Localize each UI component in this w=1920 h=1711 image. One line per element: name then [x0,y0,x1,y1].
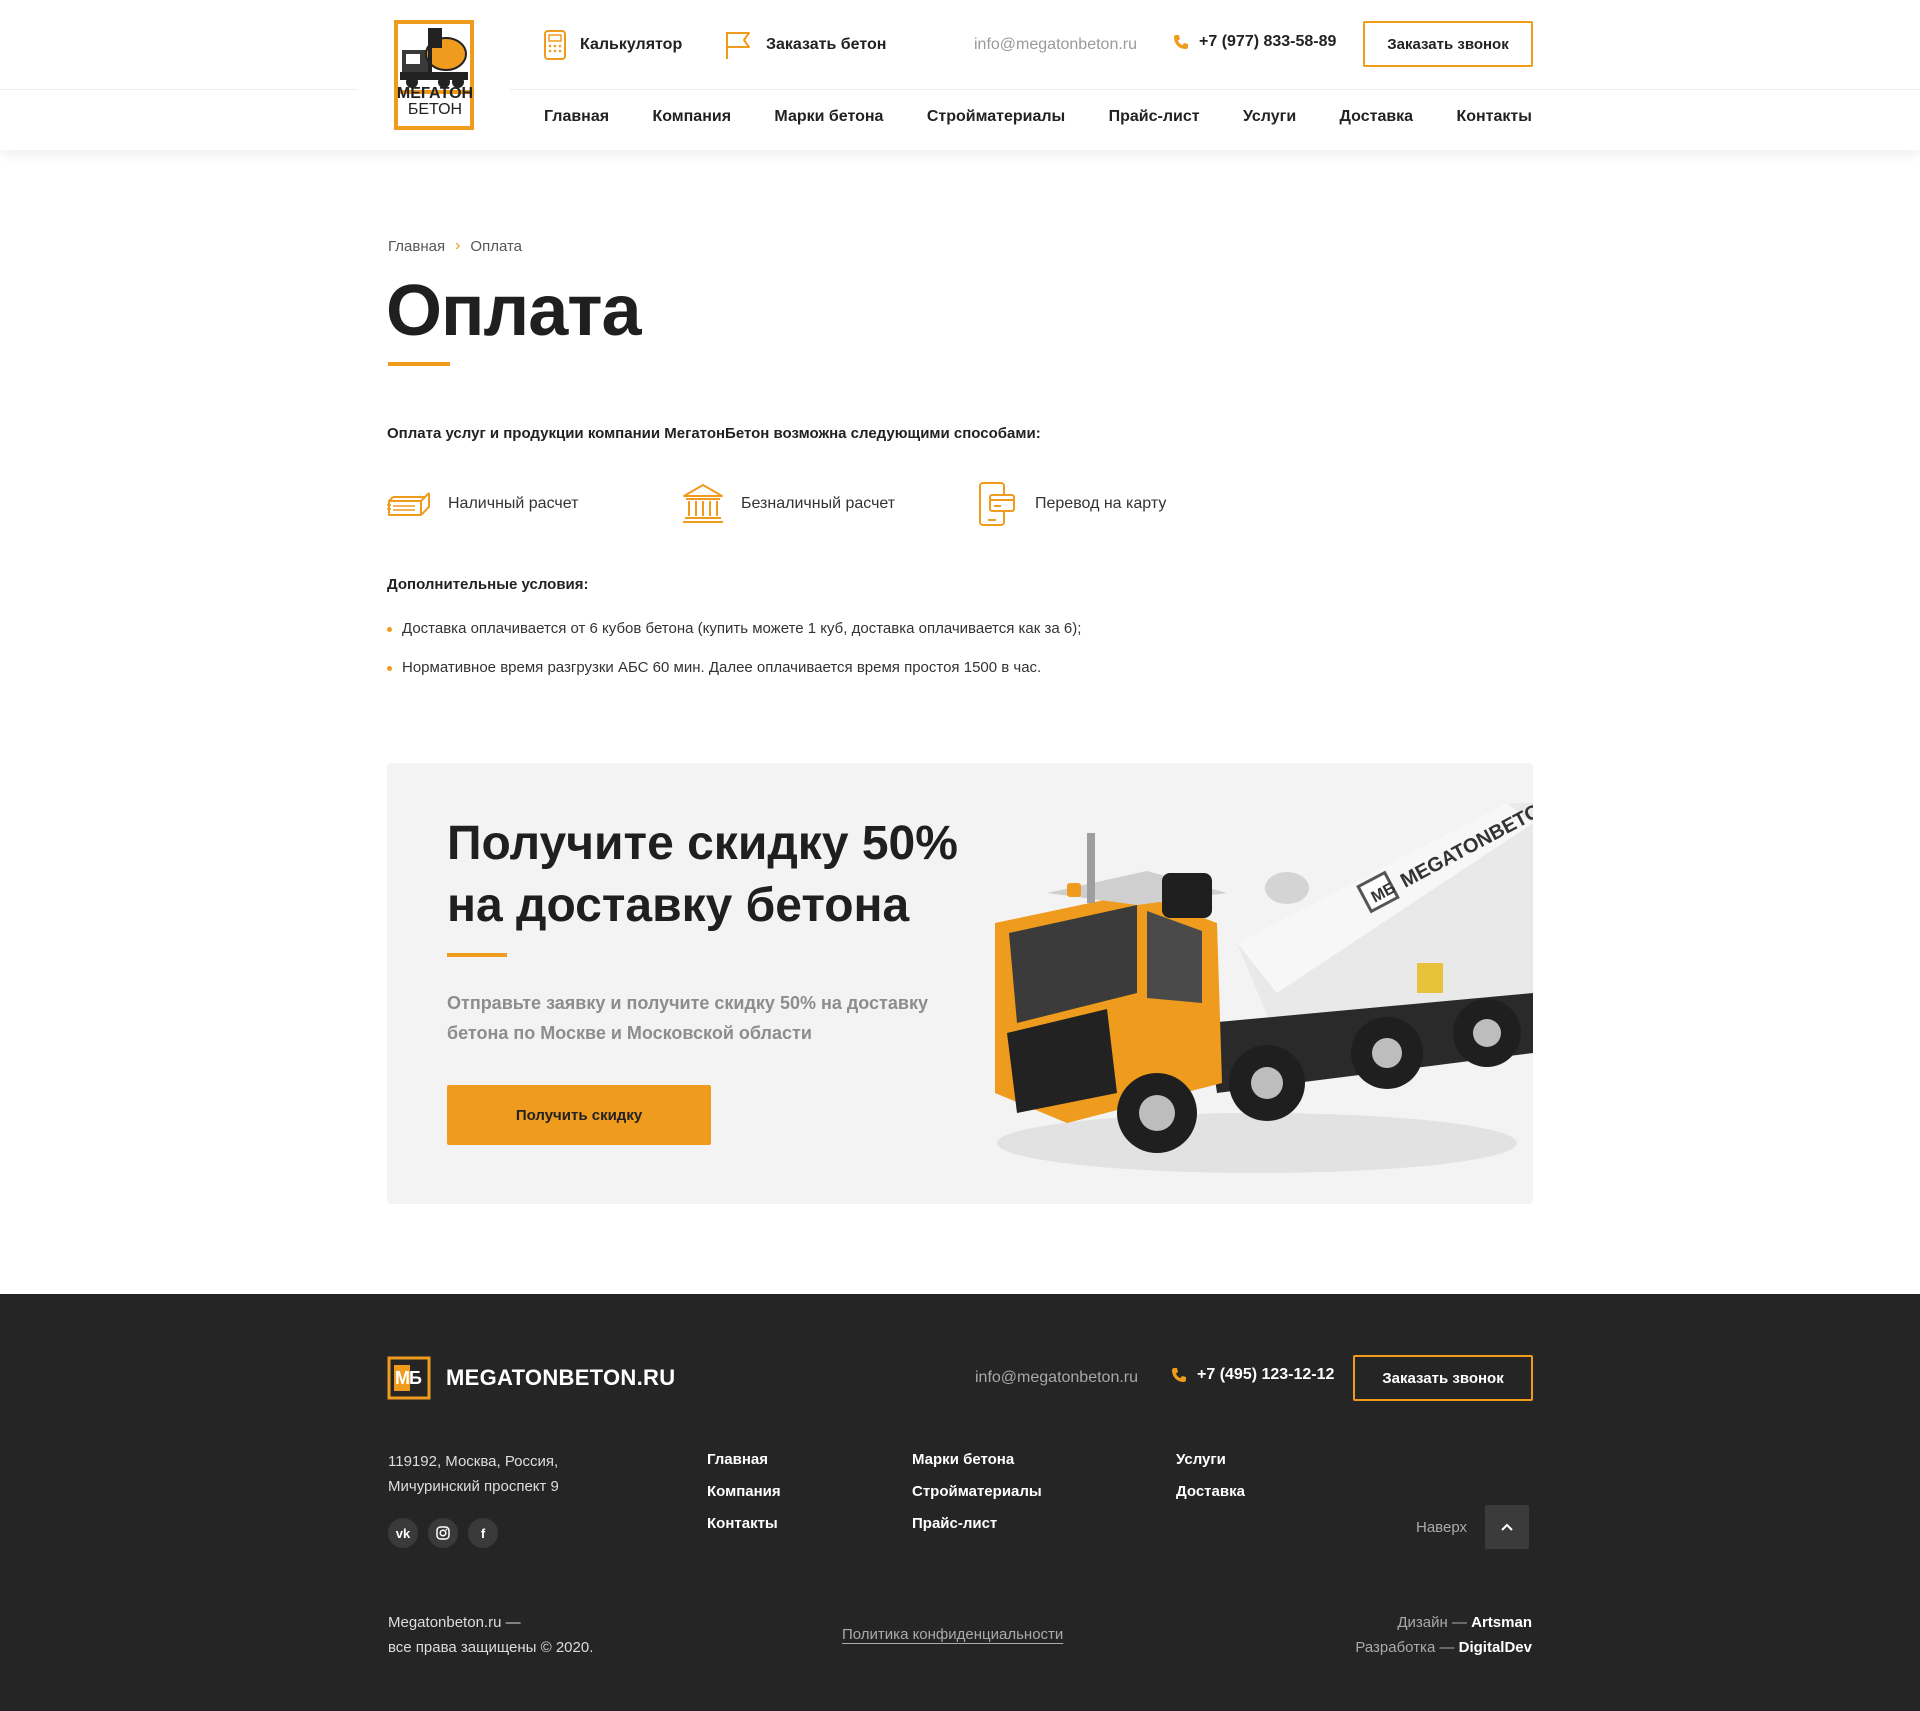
nav-item-company[interactable]: Компания [652,108,731,126]
phone-icon [1172,1368,1186,1382]
dev-name[interactable]: DigitalDev [1459,1639,1532,1656]
footer-link-delivery[interactable]: Доставка [1176,1483,1245,1501]
flag-icon [726,32,750,59]
vk-icon[interactable]: vk [388,1518,418,1548]
footer-nav-col2: Марки бетона Стройматериалы Прайс-лист [912,1451,1042,1533]
footer-link-home[interactable]: Главная [707,1451,781,1469]
facebook-icon[interactable]: f [468,1518,498,1548]
header-divider [0,89,1920,90]
footer-address: 119192, Москва, Россия, Мичуринский прос… [388,1449,559,1499]
copyright-line2: все права защищены © 2020. [388,1639,594,1656]
chevron-right-icon: › [455,237,461,254]
nav-item-price-list[interactable]: Прайс-лист [1109,108,1200,126]
order-concrete-label: Заказать бетон [766,36,887,53]
header-callback-button[interactable]: Заказать звонок [1363,21,1533,67]
footer-phone-number: +7 (495) 123-12-12 [1197,1366,1335,1383]
footer-link-price-list[interactable]: Прайс-лист [912,1515,1042,1533]
dev-label: Разработка — [1355,1639,1455,1656]
payment-method-card: Перевод на карту [973,480,1166,528]
footer-link-services[interactable]: Услуги [1176,1451,1245,1469]
logo-line2: БЕТОН [407,101,463,118]
footer-callback-button[interactable]: Заказать звонок [1353,1355,1533,1401]
main-nav: Главная Компания Марки бетона Стройматер… [544,108,1532,126]
logo-line1: МЕГАТОН [396,85,474,102]
promo-accent-line [447,953,507,957]
list-item: Доставка оплачивается от 6 кубов бетона … [387,618,1081,657]
extra-conditions-title: Дополнительные условия: [387,576,589,593]
concrete-mixer-truck-image: МБ MEGATONBETON.RU [995,793,1533,1173]
calculator-icon [544,30,566,60]
nav-item-services[interactable]: Услуги [1243,108,1296,126]
footer-logo-badge: МБ [395,1368,422,1388]
instagram-icon[interactable] [428,1518,458,1548]
footer-nav-col3: Услуги Доставка [1176,1451,1245,1501]
footer-logo[interactable]: МБ MEGATONBETON.RU [387,1356,675,1400]
back-to-top-button[interactable] [1485,1505,1529,1549]
copyright-line1: Megatonbeton.ru — [388,1614,521,1631]
breadcrumb-home[interactable]: Главная [388,238,445,255]
payment-method-bank: Безналичный расчет [679,480,973,528]
page-title: Оплата [386,271,642,351]
promo-title: Получите скидку 50% на доставку бетона [447,813,1007,937]
payment-method-label: Наличный расчет [448,495,579,512]
privacy-policy-link[interactable]: Политика конфиденциальности [842,1626,1063,1643]
nav-item-delivery[interactable]: Доставка [1340,108,1414,126]
design-label: Дизайн — [1397,1614,1467,1631]
nav-item-materials[interactable]: Стройматериалы [927,108,1065,126]
header-phone-number: +7 (977) 833-58-89 [1199,33,1337,50]
discount-promo: Получите скидку 50% на доставку бетона О… [387,763,1533,1204]
conditions-list: Доставка оплачивается от 6 кубов бетона … [387,618,1081,696]
phone-icon [1174,35,1188,49]
design-name[interactable]: Artsman [1471,1614,1532,1631]
footer-nav-col1: Главная Компания Контакты [707,1451,781,1533]
header-email[interactable]: info@megatonbeton.ru [974,36,1137,54]
promo-text: Отправьте заявку и получите скидку 50% н… [447,993,928,1043]
footer-email[interactable]: info@megatonbeton.ru [975,1369,1138,1387]
header-phone[interactable]: +7 (977) 833-58-89 [1173,33,1336,51]
nav-item-concrete-grades[interactable]: Марки бетона [774,108,883,126]
bank-icon [679,480,727,528]
nav-item-home[interactable]: Главная [544,108,609,126]
footer-phone[interactable]: +7 (495) 123-12-12 [1171,1366,1334,1384]
payment-method-cash: Наличный расчет [386,480,679,528]
payment-method-label: Перевод на карту [1035,495,1167,512]
address-line1: 119192, Москва, Россия, [388,1453,559,1470]
cash-icon [386,480,434,528]
footer-brand: MEGATONBETON.RU [446,1365,676,1390]
list-item: Нормативное время разгрузки АБС 60 мин. … [387,657,1081,696]
nav-item-contacts[interactable]: Контакты [1456,108,1531,126]
calculator-link[interactable]: Калькулятор [544,28,682,62]
site-footer: МБ MEGATONBETON.RU info@megatonbeton.ru … [0,1294,1920,1711]
payment-methods: Наличный расчет Безналичный расчет Перев… [386,480,1166,528]
credits: Дизайн — Artsman Разработка — DigitalDev [1355,1610,1532,1660]
calculator-label: Калькулятор [580,36,683,53]
breadcrumb: Главная › Оплата [388,237,522,255]
footer-link-concrete-grades[interactable]: Марки бетона [912,1451,1042,1469]
address-line2: Мичуринский проспект 9 [388,1478,559,1495]
payment-method-label: Безналичный расчет [741,495,896,512]
social-links: vk f [388,1518,498,1548]
back-to-top-label: Наверх [1416,1518,1467,1536]
site-logo[interactable]: МЕГАТОН БЕТОН [357,0,510,150]
breadcrumb-current: Оплата [470,237,523,255]
copyright: Megatonbeton.ru — все права защищены © 2… [388,1610,593,1660]
chevron-up-icon [1501,1523,1513,1531]
back-to-top[interactable]: Наверх [1416,1505,1529,1549]
get-discount-button[interactable]: Получить скидку [447,1085,711,1145]
site-header: МЕГАТОН БЕТОН Калькулятор Заказать бетон… [0,0,1920,150]
payment-intro: Оплата услуг и продукции компании Мегато… [387,425,1041,442]
promo-title-line2: на доставку бетона [447,879,910,932]
footer-link-contacts[interactable]: Контакты [707,1515,781,1533]
footer-link-company[interactable]: Компания [707,1483,781,1501]
footer-link-materials[interactable]: Стройматериалы [912,1483,1042,1501]
promo-title-line1: Получите скидку 50% [447,817,958,870]
title-accent-line [388,362,450,366]
card-transfer-icon [973,480,1021,528]
order-concrete-link[interactable]: Заказать бетон [724,28,886,62]
